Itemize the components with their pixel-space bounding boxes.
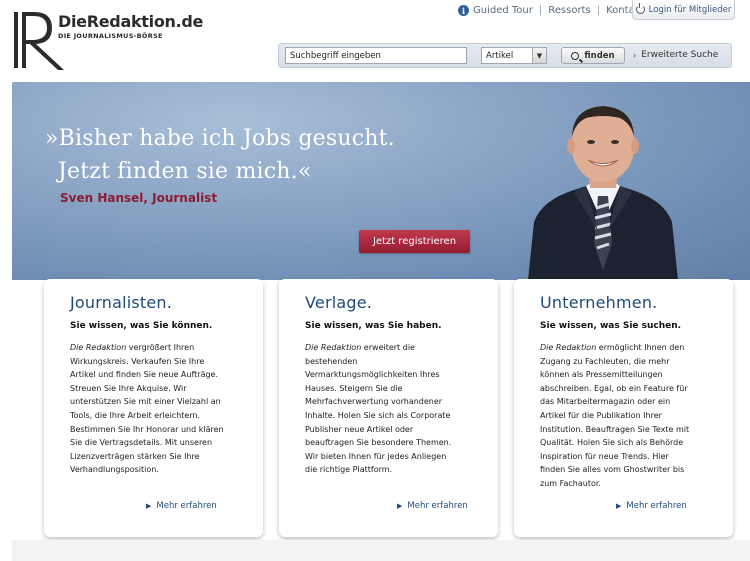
card-body-line: Wir bieten Ihnen für jedes Anliegen (305, 451, 447, 461)
search-input[interactable] (285, 47, 467, 64)
card-body-line: das Mitarbeitermagazin oder ein (540, 397, 671, 407)
card-body-line: Streuen Sie Ihre Akquise. Wir (70, 383, 187, 393)
card-subtitle: Sie wissen, was Sie haben. (305, 321, 442, 331)
card-body-line: Mehrfachverwertung vorhandener (305, 397, 443, 407)
nav-guided-tour[interactable]: Guided Tour (473, 5, 533, 16)
card-body-line: Die Redaktion vergrößert Ihren (70, 343, 195, 352)
card-body-line: Wirkungskreis. Verkaufen Sie Ihre (70, 356, 205, 366)
login-label: Login für Mitglieder (648, 4, 732, 15)
card-body: Die Redaktion erweitert die bestehenden … (305, 341, 483, 477)
nav-ressorts[interactable]: Ressorts (548, 5, 590, 16)
nav-separator: | (596, 5, 601, 16)
card-verlage: Verlage. Sie wissen, was Sie haben. Die … (279, 279, 498, 537)
advanced-search-label: Erweiterte Suche (641, 50, 719, 60)
card-body-line: unterstützen Sie mit einer Vielzahl an (70, 397, 221, 407)
card-body-line: Tools, die Ihre Arbeit erleichtern. (70, 410, 201, 420)
nav-separator: | (538, 5, 543, 16)
search-icon (571, 51, 580, 60)
hero-banner: »Bisher habe ich Jobs gesucht. Jetzt fin… (12, 82, 750, 280)
chevron-right-icon: › (633, 50, 637, 60)
card-body-line: Qualität. Holen Sie sich als Behörde (540, 438, 684, 448)
card-subtitle: Sie wissen, was Sie suchen. (540, 321, 682, 331)
card-body: Die Redaktion ermöglicht Ihnen den Zugan… (540, 341, 718, 491)
card-body-line: Artikel und finden Sie neue Aufträge. (70, 370, 219, 380)
login-button[interactable]: Login für Mitglieder (632, 0, 735, 20)
card-body-line: Lizenzverträgen stärken Sie Ihre (70, 451, 200, 461)
footer-strip (12, 540, 750, 561)
more-link[interactable]: ▶ Mehr erfahren (146, 501, 217, 511)
card-body-line: abschreiben. Egal, ob ein Feature für (540, 383, 688, 393)
triangle-right-icon: ▶ (397, 502, 403, 510)
search-button[interactable]: finden (561, 47, 625, 64)
more-link-label: Mehr erfahren (407, 501, 468, 511)
hero-quote-author: Sven Hansel, Journalist (60, 191, 218, 205)
card-body-line: Publisher neue Artikel oder (305, 424, 414, 434)
card-body-line: Inhalte. Holen Sie sich als Corporate (305, 410, 451, 420)
more-link[interactable]: ▶ Mehr erfahren (397, 501, 468, 511)
hero-quote-line1: »Bisher habe ich Jobs gesucht. (45, 126, 395, 151)
card-unternehmen: Unternehmen. Sie wissen, was Sie suchen.… (514, 279, 733, 537)
more-link-label: Mehr erfahren (626, 501, 687, 511)
card-body-line: können als Pressemitteilungen (540, 370, 663, 380)
card-body-line: Artikel für die Publikation Ihrer (540, 410, 662, 420)
card-body-line: Sie die Vertragsdetails. Mit unseren (70, 438, 213, 448)
chevron-down-icon[interactable]: ▼ (532, 48, 546, 63)
card-body-lead: Die Redaktion (540, 343, 597, 352)
card-subtitle: Sie wissen, was Sie können. (70, 321, 213, 331)
card-title: Verlage. (305, 293, 373, 312)
card-body-line: zum Fachautor. (540, 478, 601, 488)
card-body-line: Verhandlungsposition. (70, 465, 159, 475)
card-body-line: Zugang zu Fachleuten, die mehr (540, 356, 670, 366)
card-body-line: die richtige Plattform. (305, 465, 393, 475)
card-body-lead: Die Redaktion (70, 343, 127, 352)
info-icon: i (458, 5, 469, 16)
advanced-search-link[interactable]: › Erweiterte Suche (633, 50, 718, 60)
category-select-value: Artikel (486, 50, 514, 61)
more-link[interactable]: ▶ Mehr erfahren (616, 501, 687, 511)
hero-quote-line2: Jetzt finden sie mich.« (58, 159, 312, 184)
logo[interactable]: DieRedaktion.de DIE JOURNALISMUS-BÖRSE (58, 12, 203, 40)
card-title: Journalisten. (70, 293, 173, 312)
card-body-lead: Die Redaktion (305, 343, 362, 352)
triangle-right-icon: ▶ (146, 502, 152, 510)
register-button[interactable]: Jetzt registrieren (359, 230, 470, 253)
card-body: Die Redaktion vergrößert Ihren Wirkungsk… (70, 341, 248, 477)
card-body-line: Bestimmen Sie Ihr Honorar und klären (70, 424, 224, 434)
card-body-line: finden Sie alles vom Ghostwriter bis (540, 465, 685, 475)
card-journalisten: Journalisten. Sie wissen, was Sie können… (44, 279, 263, 537)
card-body-line: Institution. Beauftragen Sie Texte mit (540, 424, 690, 434)
power-icon (635, 3, 645, 14)
card-body-line: Hauses. Steigern Sie die (305, 383, 403, 393)
journalist-portrait (528, 106, 678, 280)
top-navigation: i Guided Tour | Ressorts | Kontakt (458, 5, 644, 16)
card-body-line: beauftragen Sie besondere Themen. (305, 438, 452, 448)
category-select[interactable]: Artikel ▼ (481, 47, 547, 64)
more-link-label: Mehr erfahren (156, 501, 217, 511)
logo-title: DieRedaktion.de (58, 12, 204, 31)
card-body-line: Die Redaktion ermöglicht Ihnen den (540, 343, 685, 352)
triangle-right-icon: ▶ (616, 502, 622, 510)
card-body-line: Inspiration für neue Trends. Hier (540, 451, 669, 461)
card-body-line: Vermarktungsmöglichkeiten Ihres (305, 370, 440, 380)
logo-subtitle: DIE JOURNALISMUS-BÖRSE (58, 32, 163, 40)
card-body-line: Die Redaktion erweitert die (305, 343, 415, 352)
search-bar: Artikel ▼ finden › Erweiterte Suche (278, 43, 732, 68)
card-title: Unternehmen. (540, 293, 658, 312)
card-body-line: bestehenden (305, 356, 358, 366)
search-button-label: finden (584, 50, 615, 61)
